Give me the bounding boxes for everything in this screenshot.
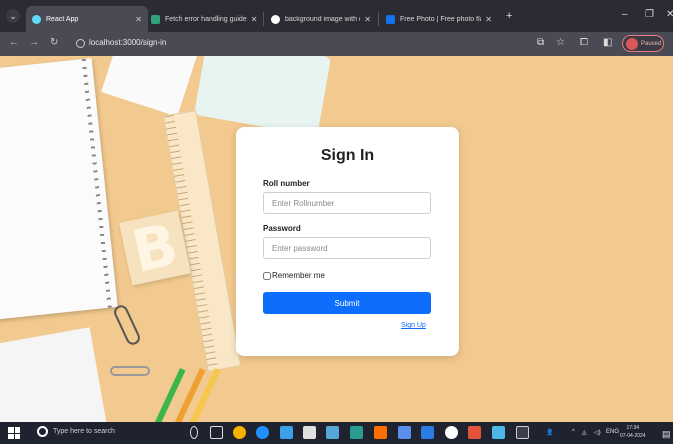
tab-title: background image with colorfu xyxy=(285,15,360,23)
share-icon[interactable]: ⧉ xyxy=(537,37,544,48)
illustrator-icon[interactable] xyxy=(374,426,387,439)
eclipse-icon[interactable] xyxy=(398,426,411,439)
restore-icon[interactable]: ❐ xyxy=(645,9,654,20)
taskbar-search[interactable]: Type here to search xyxy=(53,428,115,435)
edge-icon[interactable] xyxy=(256,426,269,439)
roll-number-label: Roll number xyxy=(263,179,310,188)
tab-fetch-guide[interactable]: Fetch error handling guide ✕ xyxy=(145,6,263,32)
roll-number-input[interactable] xyxy=(263,192,431,214)
extensions-icon[interactable]: ⧠ xyxy=(580,37,588,48)
remember-me[interactable]: Remember me xyxy=(263,271,325,280)
letter-block-decoration: B xyxy=(119,210,191,286)
password-input[interactable] xyxy=(263,237,431,259)
side-panel-icon[interactable]: ◧ xyxy=(603,37,612,48)
remember-me-checkbox[interactable] xyxy=(263,271,271,280)
sign-up-link[interactable]: Sign Up xyxy=(401,322,426,329)
mail-icon[interactable] xyxy=(326,426,339,439)
tab-divider xyxy=(263,12,264,26)
store-icon[interactable] xyxy=(303,426,316,439)
site-info-icon[interactable] xyxy=(76,39,85,48)
close-icon[interactable]: ✕ xyxy=(360,15,371,24)
reload-icon[interactable]: ↻ xyxy=(50,37,58,48)
tray-chevron-icon[interactable]: ^ xyxy=(572,429,575,435)
paperclip-decoration xyxy=(110,366,150,376)
microphone-icon[interactable] xyxy=(190,426,198,439)
globe-icon xyxy=(271,14,280,24)
tab-react-app[interactable]: React App ✕ xyxy=(26,6,148,32)
vscode-icon[interactable] xyxy=(421,426,434,439)
cortana-icon[interactable] xyxy=(37,426,48,437)
address-bar: ← → ↻ localhost:3000/sign-in ⧉ ☆ ⧠ ◧ Pau… xyxy=(0,32,673,56)
taskbar: Type here to search 👤 ^ ◬ ◁) ENG 17:34 0… xyxy=(0,422,673,444)
date: 07-04-2024 xyxy=(620,433,646,439)
minimize-icon[interactable]: – xyxy=(622,9,628,20)
file-explorer-icon[interactable] xyxy=(280,426,293,439)
clock[interactable]: 17:34 07-04-2024 xyxy=(620,424,646,440)
back-icon[interactable]: ← xyxy=(9,37,19,48)
paperclip-decoration xyxy=(111,303,143,347)
close-icon[interactable]: ✕ xyxy=(481,15,492,24)
tab-title: Fetch error handling guide xyxy=(165,15,247,23)
profile-button[interactable]: Paused xyxy=(622,35,664,52)
chrome-profile-icon[interactable] xyxy=(468,426,481,439)
volume-icon[interactable]: ◁) xyxy=(594,429,601,436)
tab-divider xyxy=(378,12,379,26)
tab-title: Free Photo | Free photo flat lay xyxy=(400,15,481,23)
url-field[interactable]: localhost:3000/sign-in xyxy=(89,38,166,47)
chrome-icon[interactable] xyxy=(233,426,246,439)
paper-decoration xyxy=(101,56,199,117)
tab-background-image[interactable]: background image with colorfu ✕ xyxy=(265,6,377,32)
forward-icon[interactable]: → xyxy=(29,37,39,48)
page-title: Sign In xyxy=(320,147,375,164)
network-icon[interactable]: ◬ xyxy=(582,429,587,436)
notebook-decoration xyxy=(0,327,109,422)
avatar xyxy=(626,37,638,50)
app-icon[interactable] xyxy=(492,426,505,439)
photoshop-icon[interactable] xyxy=(350,426,363,439)
remember-me-label: Remember me xyxy=(272,271,325,280)
time: 17:34 xyxy=(626,425,640,431)
notification-icon[interactable]: ▤ xyxy=(662,429,671,440)
freepik-icon xyxy=(386,14,395,24)
page-background: B Sign In Roll number Password Remember … xyxy=(0,56,673,422)
task-view-icon[interactable] xyxy=(210,426,223,439)
close-icon[interactable]: ✕ xyxy=(247,15,258,24)
photos-icon[interactable] xyxy=(516,426,529,439)
mask-decoration xyxy=(194,56,331,137)
tab-title: React App xyxy=(46,15,79,23)
bookmark-star-icon[interactable]: ☆ xyxy=(556,37,565,48)
sign-in-card: Sign In Roll number Password Remember me… xyxy=(236,127,459,356)
tab-search-icon[interactable]: ⌄ xyxy=(6,9,20,23)
new-tab-button[interactable]: + xyxy=(506,10,512,22)
password-label: Password xyxy=(263,224,301,233)
notebook-decoration xyxy=(0,58,118,320)
close-icon[interactable]: ✕ xyxy=(131,15,142,24)
react-icon xyxy=(32,14,41,24)
profile-status: Paused xyxy=(641,40,662,47)
github-icon[interactable] xyxy=(445,426,458,439)
people-icon[interactable]: 👤 xyxy=(546,429,553,436)
language-indicator[interactable]: ENG xyxy=(606,429,619,435)
tab-free-photo[interactable]: Free Photo | Free photo flat lay ✕ xyxy=(380,6,498,32)
windows-start-icon[interactable] xyxy=(8,427,20,439)
submit-button[interactable]: Submit xyxy=(263,292,431,314)
browser-tab-bar: ⌄ React App ✕ Fetch error handling guide… xyxy=(0,0,673,32)
doc-icon xyxy=(151,14,160,24)
close-window-icon[interactable]: ✕ xyxy=(666,9,673,20)
